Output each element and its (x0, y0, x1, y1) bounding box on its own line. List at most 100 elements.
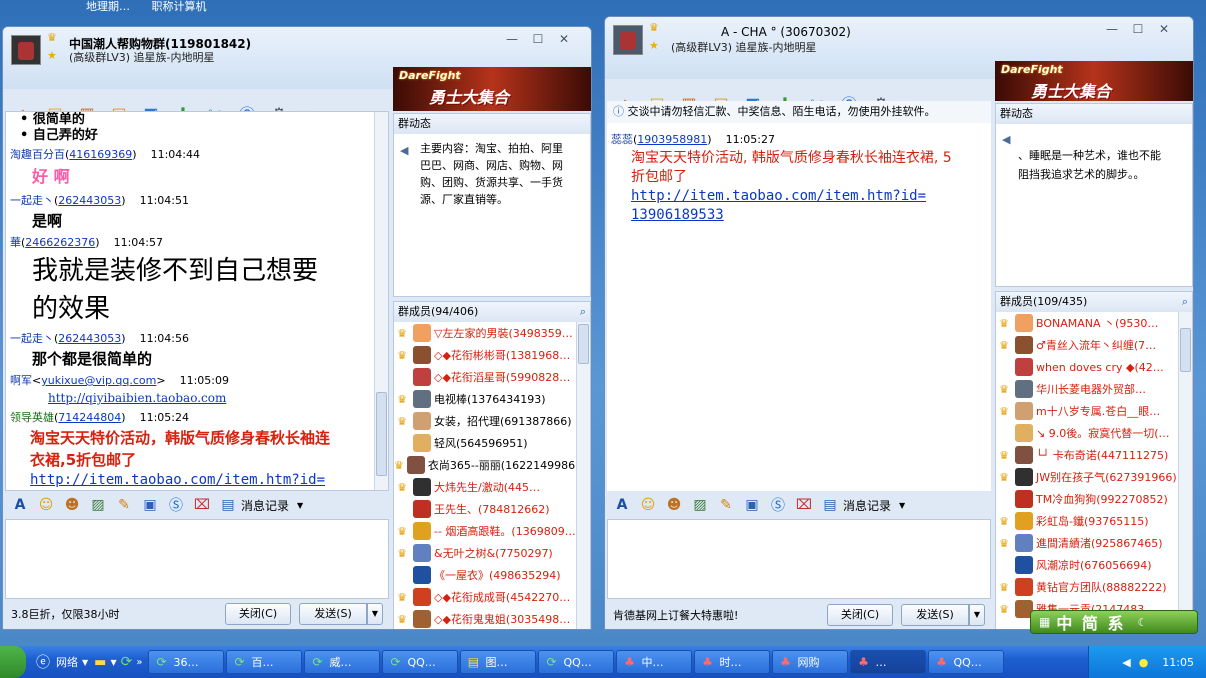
message-link[interactable]: http://item.taobao.com/item.htm?id= (611, 187, 987, 206)
sender-id[interactable]: 2466262376 (25, 236, 95, 249)
close-chat-button[interactable]: 关闭(C) (225, 603, 291, 625)
member-scrollbar[interactable] (1178, 312, 1192, 629)
contact-avatar[interactable] (613, 25, 643, 55)
taskbar-button[interactable]: ⟳ 百… (226, 650, 303, 674)
member-name[interactable]: 黄钻官方团队(88882222) (1036, 579, 1167, 595)
member-item[interactable]: ♛ BONAMANA 丶(9530… (996, 312, 1178, 334)
taskbar-button[interactable]: ▤ 图… (460, 650, 537, 674)
member-avatar[interactable] (1015, 490, 1033, 508)
member-item[interactable]: ♛ &无叶之树&(7750297) (394, 542, 576, 564)
maximize-icon[interactable]: ☐ (527, 31, 549, 49)
taskbar-button[interactable]: ⟳ QQ… (538, 650, 615, 674)
soso-icon[interactable]: Ⓢ (167, 496, 185, 514)
member-item[interactable]: ♛ 黄钻官方团队(88882222) (996, 576, 1178, 598)
taskbar-button[interactable]: ♣ QQ… (928, 650, 1005, 674)
app-quicklaunch-icon[interactable]: ⟳ (121, 654, 133, 670)
sender-id[interactable]: 714244804 (58, 411, 121, 424)
image-icon[interactable]: ▨ (691, 496, 709, 514)
message-link[interactable]: 13906189533 (611, 206, 987, 225)
member-avatar[interactable] (413, 434, 431, 452)
moon-icon[interactable]: ☾ (1138, 616, 1148, 629)
input-method-bar[interactable]: ▦ 中 简 系 ☾ (1030, 610, 1198, 634)
member-name[interactable]: ◇◆花衔鬼鬼姐(3035498… (434, 611, 570, 627)
send-options-chevron-icon[interactable]: ▼ (367, 603, 383, 625)
quicklaunch-more-icon[interactable]: » (136, 657, 142, 668)
ad-status-text[interactable]: 肯德基网上订餐大特惠啦! (613, 607, 827, 623)
font-icon[interactable]: A (11, 496, 29, 514)
member-name[interactable]: when doves cry ◆(42… (1036, 361, 1164, 374)
taskbar-button[interactable]: ♣ 网购 (772, 650, 849, 674)
member-item[interactable]: ♛ ◇◆花衔彬彬哥(1381968… (394, 344, 576, 366)
member-avatar[interactable] (1015, 424, 1033, 442)
member-item[interactable]: ♛ 电视棒(1376434193) (394, 388, 576, 410)
member-item[interactable]: ♛ 女装，招代理(691387866) (394, 410, 576, 432)
sender-name[interactable]: 蕊蕊 (611, 133, 633, 146)
scrollbar[interactable] (374, 112, 388, 490)
gift-icon[interactable]: ✎ (115, 496, 133, 514)
member-name[interactable]: 女装，招代理(691387866) (434, 413, 572, 429)
member-item[interactable]: ♛ 衣尚365--丽丽(1622149986) (394, 454, 579, 476)
member-item[interactable]: ♛ ◇◆花衔鬼鬼姐(3035498… (394, 608, 576, 629)
member-item[interactable]: ♛ m十八岁专属.苍白__眼… (996, 400, 1178, 422)
ime-label[interactable]: 中 简 系 (1056, 610, 1125, 634)
member-name[interactable]: ◇◆花衔成成哥(4542270… (434, 589, 570, 605)
member-item[interactable]: ♛ 大炜先生/激动(445… (394, 476, 576, 498)
member-name[interactable]: └┘ 卡布奇诺(447111275) (1036, 447, 1168, 463)
member-item[interactable]: 轻风(564596951) (394, 432, 576, 454)
chevron-down-icon[interactable]: ▼ (82, 658, 88, 667)
member-item[interactable]: ♛ 彩虹岛-鑯(93765115) (996, 510, 1178, 532)
history-icon[interactable]: ▤ (219, 496, 237, 514)
chevron-down-icon[interactable]: ▼ (297, 501, 303, 510)
close-icon[interactable]: ✕ (553, 31, 575, 49)
keyboard-icon[interactable]: ▦ (1039, 615, 1050, 629)
member-name[interactable]: 衣尚365--丽丽(1622149986) (428, 457, 580, 473)
qq-tray-icon[interactable]: ● (1139, 656, 1149, 669)
close-icon[interactable]: ✕ (1153, 21, 1175, 39)
member-avatar[interactable] (413, 588, 431, 606)
member-name[interactable]: 進間清績渚(925867465) (1036, 535, 1163, 551)
member-avatar[interactable] (413, 346, 431, 364)
member-item[interactable]: TM冷血狗狗(992270852) (996, 488, 1178, 510)
member-avatar[interactable] (413, 478, 431, 496)
sender-id[interactable]: yukixue@vip.qq.com (41, 374, 156, 387)
member-name[interactable]: 《一屋衣》(498635294) (434, 567, 561, 583)
sender-name[interactable]: 啊军 (10, 374, 32, 387)
sender-id[interactable]: 262443053 (58, 332, 121, 345)
member-name[interactable]: 轻风(564596951) (434, 435, 528, 451)
member-avatar[interactable] (1015, 446, 1033, 464)
member-scrollbar[interactable] (576, 322, 590, 629)
left-message-area[interactable]: • 很简单的 • 自己弄的好 淘趣百分百(416169369) 11:04:44 好 … (5, 111, 389, 491)
magic-face-icon[interactable]: ☻ (665, 496, 683, 514)
member-name[interactable]: ♂青丝入流年丶纠缠(7… (1036, 337, 1156, 353)
member-name[interactable]: 大炜先生/激动(445… (434, 479, 540, 495)
close-chat-button[interactable]: 关闭(C) (827, 604, 893, 626)
member-item[interactable]: when doves cry ◆(42… (996, 356, 1178, 378)
emoji-icon[interactable]: ☺ (37, 496, 55, 514)
message-history-button[interactable]: 消息记录 (843, 497, 891, 514)
right-message-input[interactable] (607, 519, 991, 599)
member-name[interactable]: &无叶之树&(7750297) (434, 545, 553, 561)
taskbar-button[interactable]: ⟳ 36… (148, 650, 225, 674)
screenshot-icon[interactable]: ▣ (743, 496, 761, 514)
member-item[interactable]: ♛ 進間清績渚(925867465) (996, 532, 1178, 554)
sender-name[interactable]: 领导英雄 (10, 411, 54, 424)
taskbar-button[interactable]: ⟳ 威… (304, 650, 381, 674)
member-item[interactable]: ♛ -- 烟酒高跟鞋。(1369809… (394, 520, 576, 542)
screenshot-icon[interactable]: ▣ (141, 496, 159, 514)
right-message-area[interactable]: ⓘ 交谈中请勿轻信汇款、中奖信息、陌生电话，勿使用外挂软件。 蕊蕊(190395… (607, 101, 991, 491)
group-avatar[interactable] (11, 35, 41, 65)
desktop-icon-label[interactable]: 职称计算机 (152, 0, 207, 13)
member-name[interactable]: ◇◆花衔滔星哥(5990828… (434, 369, 570, 385)
member-name[interactable]: 王先生、(784812662) (434, 501, 550, 517)
chevron-down-icon[interactable]: ▼ (899, 501, 905, 510)
member-avatar[interactable] (413, 368, 431, 386)
taskbar-button[interactable]: ♣ 中… (616, 650, 693, 674)
desktop-icon-label[interactable]: 地理期… (86, 0, 130, 13)
member-avatar[interactable] (413, 412, 431, 430)
member-name[interactable]: 电视棒(1376434193) (434, 391, 546, 407)
emoji-icon[interactable]: ☺ (639, 496, 657, 514)
member-avatar[interactable] (413, 544, 431, 562)
member-item[interactable]: ♛ ◇◆花衔成成哥(4542270… (394, 586, 576, 608)
ad-status-text[interactable]: 3.8巨折，仅限38小时 (11, 606, 225, 622)
member-avatar[interactable] (1015, 534, 1033, 552)
